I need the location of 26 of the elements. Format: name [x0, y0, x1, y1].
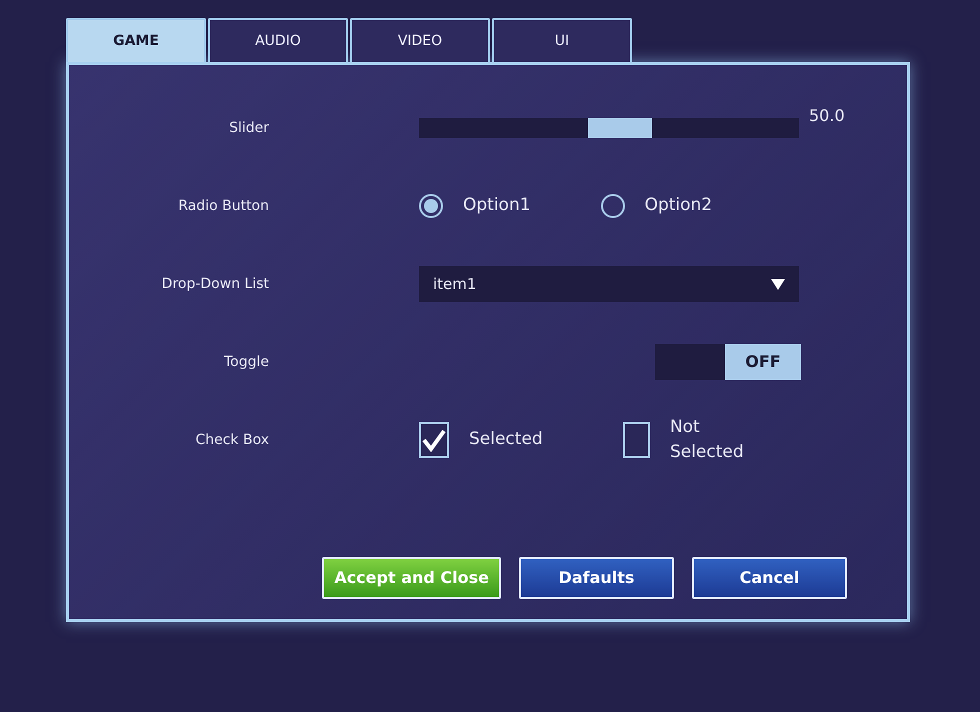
checkbox[interactable] [419, 422, 449, 458]
setting-label: Radio Button [177, 196, 270, 216]
tab[interactable]: VIDEO [350, 18, 490, 62]
toggle-switch[interactable]: OFF [655, 344, 801, 380]
slider-thumb[interactable] [588, 118, 652, 138]
slider-value: 50.0 [809, 105, 845, 127]
setting-label: Drop-Down List [160, 274, 270, 294]
radio-button[interactable] [600, 194, 625, 218]
dropdown-value: item1 [433, 274, 476, 295]
setting-label: Slider [228, 118, 270, 138]
setting-label: Check Box [194, 430, 270, 450]
slider[interactable] [419, 118, 799, 138]
checkbox-label[interactable]: Not Selected [670, 414, 749, 466]
dialog-button[interactable]: Dafaults [519, 557, 674, 599]
checkbox[interactable] [622, 422, 650, 458]
caret-icon [771, 278, 785, 290]
checkbox-label[interactable]: Selected [469, 427, 543, 453]
radio-label[interactable]: Option2 [644, 193, 712, 219]
dialog-button[interactable]: Cancel [692, 557, 847, 599]
tab[interactable]: GAME [66, 18, 206, 62]
radio-button[interactable] [419, 194, 443, 218]
setting-label: Toggle [222, 352, 270, 372]
dropdown[interactable]: item1 [419, 266, 799, 302]
tab[interactable]: UI [492, 18, 632, 62]
radio-label[interactable]: Option1 [463, 193, 531, 219]
tab[interactable]: AUDIO [208, 18, 348, 62]
